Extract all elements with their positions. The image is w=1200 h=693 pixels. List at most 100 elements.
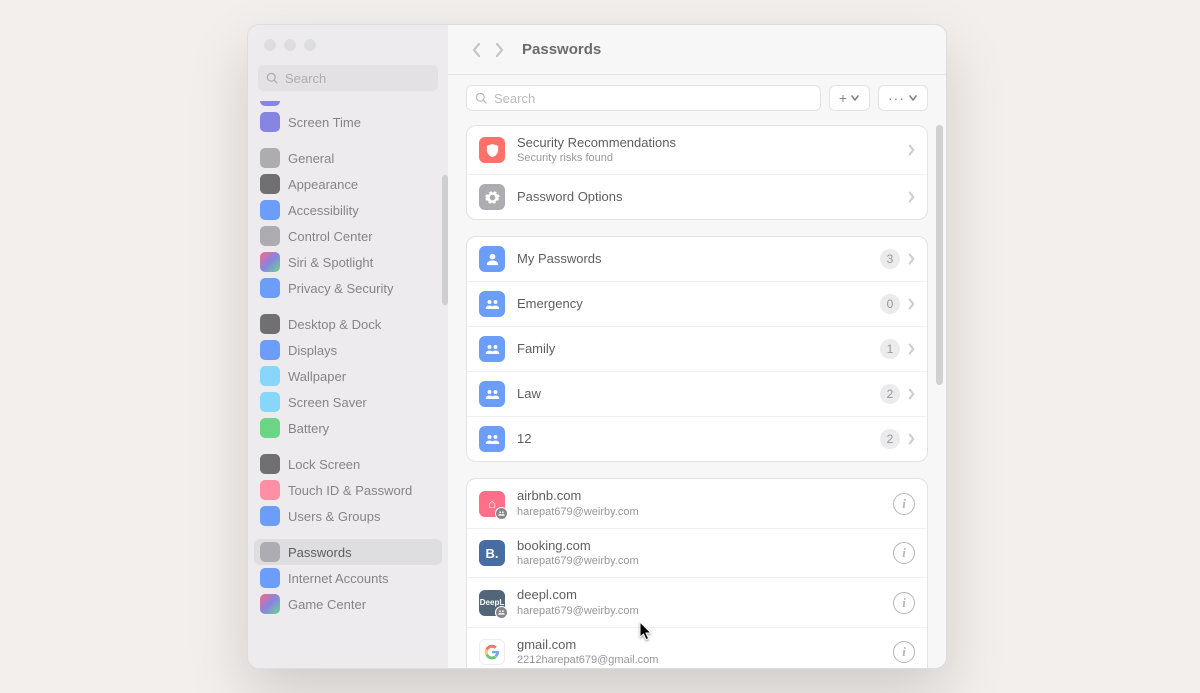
sidebar-icon [260, 314, 280, 334]
group-my-passwords[interactable]: My Passwords3 [467, 237, 927, 281]
group-family[interactable]: Family1 [467, 326, 927, 371]
account-deepl-com[interactable]: DeepLdeepl.comharepat679@weirby.comi [467, 577, 927, 626]
account-gmail-com[interactable]: gmail.com2212harepat679@gmail.comi [467, 627, 927, 668]
search-icon [266, 72, 279, 85]
sidebar-item-touch-id-password[interactable]: Touch ID & Password [254, 477, 442, 503]
sidebar-item-screen-saver[interactable]: Screen Saver [254, 389, 442, 415]
sidebar-item-label: General [288, 151, 334, 166]
sidebar-icon [260, 506, 280, 526]
sidebar-item-accessibility[interactable]: Accessibility [254, 197, 442, 223]
sidebar-item-displays[interactable]: Displays [254, 337, 442, 363]
count-badge: 0 [880, 294, 900, 314]
chevron-down-icon [908, 93, 918, 103]
chevron-right-icon [908, 343, 915, 355]
sidebar-item-label: Control Center [288, 229, 373, 244]
sidebar-item-label: Accessibility [288, 203, 359, 218]
info-button[interactable]: i [893, 592, 915, 614]
info-button[interactable]: i [893, 542, 915, 564]
group-emergency[interactable]: Emergency0 [467, 281, 927, 326]
sidebar-item-label: Battery [288, 421, 329, 436]
people-icon [479, 381, 505, 407]
gear-icon [479, 184, 505, 210]
system-settings-window: Search Screen Time General Appearance Acces… [247, 24, 947, 669]
sidebar-icon [260, 480, 280, 500]
sidebar-item-lock-screen[interactable]: Lock Screen [254, 451, 442, 477]
sidebar-item-desktop-dock[interactable]: Desktop & Dock [254, 311, 442, 337]
account-user: 2212harepat679@gmail.com [517, 654, 893, 667]
sidebar-item-users-groups[interactable]: Users & Groups [254, 503, 442, 529]
sidebar: Search Screen Time General Appearance Acces… [248, 25, 448, 668]
sidebar-item-siri-spotlight[interactable]: Siri & Spotlight [254, 249, 442, 275]
count-badge: 2 [880, 429, 900, 449]
row-security-recommendations[interactable]: Security RecommendationsSecurity risks f… [467, 126, 927, 174]
people-icon [479, 291, 505, 317]
search-icon [475, 92, 488, 105]
sidebar-item-label: Siri & Spotlight [288, 255, 373, 270]
info-button[interactable]: i [893, 493, 915, 515]
close-dot[interactable] [264, 39, 276, 51]
sidebar-item-label: Privacy & Security [288, 281, 393, 296]
content-scroll[interactable]: Security RecommendationsSecurity risks f… [448, 125, 946, 668]
sidebar-item-passwords[interactable]: Passwords [254, 539, 442, 565]
chevron-right-icon [908, 298, 915, 310]
site-icon: B. [479, 540, 505, 566]
toolbar: Passwords [448, 25, 946, 75]
sidebar-search[interactable]: Search [258, 65, 438, 91]
minimize-dot[interactable] [284, 39, 296, 51]
sidebar-item-internet-accounts[interactable]: Internet Accounts [254, 565, 442, 591]
forward-button[interactable] [488, 36, 510, 64]
row-subtitle: Security risks found [517, 152, 908, 165]
account-airbnb-com[interactable]: ⌂airbnb.comharepat679@weirby.comi [467, 479, 927, 527]
sidebar-icon [260, 174, 280, 194]
group-title: My Passwords [517, 251, 880, 267]
sidebar-item-label: Game Center [288, 597, 366, 612]
group-title: Law [517, 386, 880, 402]
sidebar-icon [260, 278, 280, 298]
sidebar-item-screen-time[interactable]: Screen Time [254, 109, 442, 135]
group-title: Family [517, 341, 880, 357]
sidebar-icon [260, 594, 280, 614]
sidebar-icon [260, 252, 280, 272]
account-site: deepl.com [517, 587, 893, 603]
sidebar-item-label: Displays [288, 343, 337, 358]
passwords-search[interactable]: Search [466, 85, 821, 111]
sidebar-item-battery[interactable]: Battery [254, 415, 442, 441]
sidebar-list[interactable]: Screen Time General Appearance Accessibilit… [248, 101, 448, 668]
group-law[interactable]: Law2 [467, 371, 927, 416]
groups-section: My Passwords3Emergency0Family1Law2122 [466, 236, 928, 462]
sidebar-item-control-center[interactable]: Control Center [254, 223, 442, 249]
count-badge: 3 [880, 249, 900, 269]
chevron-right-icon [908, 191, 915, 203]
sidebar-item-label: Wallpaper [288, 369, 346, 384]
account-user: harepat679@weirby.com [517, 555, 893, 568]
sidebar-icon [260, 226, 280, 246]
people-icon [479, 426, 505, 452]
person-icon [479, 246, 505, 272]
account-booking-com[interactable]: B. booking.comharepat679@weirby.comi [467, 528, 927, 577]
account-site: booking.com [517, 538, 893, 554]
group-12[interactable]: 122 [467, 416, 927, 461]
more-button[interactable]: ··· [878, 85, 928, 111]
shared-badge-icon [495, 606, 508, 619]
info-button[interactable]: i [893, 641, 915, 663]
sidebar-item-appearance[interactable]: Appearance [254, 171, 442, 197]
back-button[interactable] [466, 36, 488, 64]
plus-icon: + [839, 90, 847, 106]
site-icon: ⌂ [479, 491, 505, 517]
sidebar-item-privacy-security[interactable]: Privacy & Security [254, 275, 442, 301]
sidebar-item-game-center[interactable]: Game Center [254, 591, 442, 617]
sidebar-item-label: Touch ID & Password [288, 483, 412, 498]
chevron-right-icon [908, 144, 915, 156]
page-title: Passwords [522, 41, 601, 58]
ellipsis-icon: ··· [888, 90, 905, 106]
sidebar-item-general[interactable]: General [254, 145, 442, 171]
add-button[interactable]: + [829, 85, 870, 111]
main-scrollbar[interactable] [936, 125, 943, 385]
row-password-options[interactable]: Password Options [467, 174, 927, 219]
window-controls[interactable] [248, 25, 448, 61]
group-title: 12 [517, 431, 880, 447]
sidebar-item-label: Appearance [288, 177, 358, 192]
sidebar-item-wallpaper[interactable]: Wallpaper [254, 363, 442, 389]
zoom-dot[interactable] [304, 39, 316, 51]
account-site: gmail.com [517, 637, 893, 653]
